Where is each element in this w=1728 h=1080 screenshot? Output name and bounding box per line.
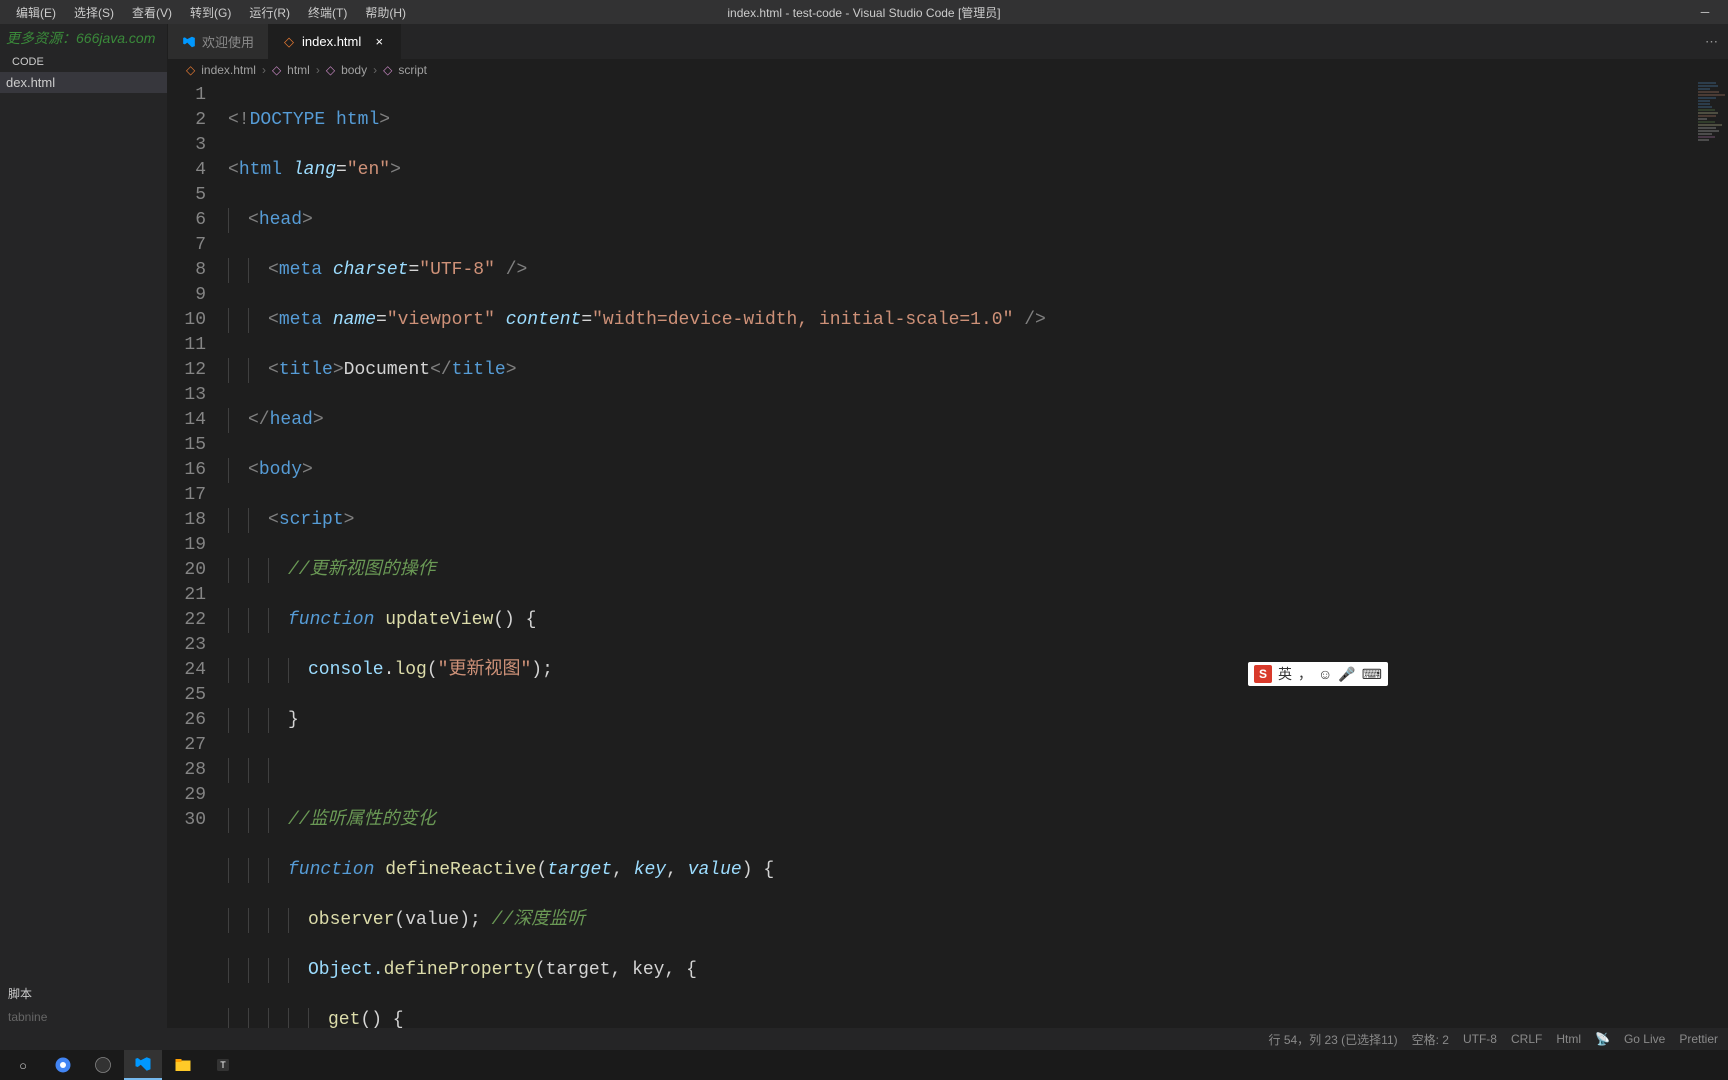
- breadcrumb[interactable]: ◇ index.html › ◇ html › ◇ body › ◇ scrip…: [168, 59, 1728, 81]
- breadcrumb-body[interactable]: body: [341, 63, 367, 77]
- chevron-right-icon: ›: [316, 63, 320, 77]
- status-encoding[interactable]: UTF-8: [1463, 1032, 1497, 1046]
- ime-panel[interactable]: S 英 ， ☺ 🎤 ⌨: [1248, 662, 1388, 686]
- taskbar-vscode[interactable]: [124, 1050, 162, 1080]
- code-editor[interactable]: 12345678910 11121314151617181920 2122232…: [168, 81, 1728, 1028]
- window-controls: ─: [1682, 0, 1728, 24]
- keyboard-icon[interactable]: ⌨: [1362, 666, 1382, 683]
- status-lang[interactable]: Html: [1556, 1032, 1581, 1046]
- sogou-ime-icon: S: [1254, 665, 1272, 683]
- tab-bar: 欢迎使用 ◇ index.html × ⋯: [168, 24, 1728, 59]
- menu-edit[interactable]: 编辑(E): [8, 2, 64, 23]
- breadcrumb-html[interactable]: html: [287, 63, 310, 77]
- html-file-icon: ◇: [282, 35, 296, 49]
- sidebar: 更多资源：666java.com CODE dex.html 脚本 tabnin…: [0, 24, 168, 1028]
- status-eol[interactable]: CRLF: [1511, 1032, 1542, 1046]
- tab-welcome-label: 欢迎使用: [202, 32, 254, 51]
- tag-icon: ◇: [326, 63, 335, 77]
- minimize-button[interactable]: ─: [1682, 0, 1728, 24]
- taskbar-typora[interactable]: T: [204, 1050, 242, 1080]
- close-icon[interactable]: ×: [371, 34, 387, 49]
- ime-punct[interactable]: ，: [1298, 664, 1312, 684]
- status-golive[interactable]: Go Live: [1624, 1032, 1665, 1046]
- tab-welcome[interactable]: 欢迎使用: [168, 24, 268, 59]
- broadcast-icon[interactable]: 📡: [1595, 1032, 1610, 1046]
- tag-icon: ◇: [272, 63, 281, 77]
- status-lncol[interactable]: 行 54，列 23 (已选择11): [1268, 1031, 1397, 1048]
- menu-terminal[interactable]: 终端(T): [300, 2, 355, 23]
- menu-view[interactable]: 查看(V): [124, 2, 180, 23]
- ime-lang[interactable]: 英: [1278, 664, 1292, 684]
- status-bar: 行 54，列 23 (已选择11) 空格: 2 UTF-8 CRLF Html …: [0, 1028, 1728, 1050]
- smile-icon[interactable]: ☺: [1318, 666, 1332, 682]
- mic-icon[interactable]: 🎤: [1338, 666, 1355, 683]
- watermark-text: 更多资源：666java.com: [0, 24, 167, 52]
- status-spaces[interactable]: 空格: 2: [1412, 1031, 1449, 1048]
- tab-indexhtml[interactable]: ◇ index.html ×: [268, 24, 401, 59]
- menu-bar: 编辑(E) 选择(S) 查看(V) 转到(G) 运行(R) 终端(T) 帮助(H…: [0, 2, 414, 23]
- minimap[interactable]: [1698, 81, 1728, 281]
- tab-indexhtml-label: index.html: [302, 34, 361, 49]
- sidebar-tabnine[interactable]: tabnine: [0, 1006, 168, 1028]
- sidebar-scripts[interactable]: 脚本: [0, 981, 168, 1006]
- menu-selection[interactable]: 选择(S): [66, 2, 122, 23]
- sidebar-section-code[interactable]: CODE: [0, 52, 167, 72]
- chevron-right-icon: ›: [373, 63, 377, 77]
- taskbar: ○ T: [0, 1050, 1728, 1080]
- code-content[interactable]: <!DOCTYPE html> <html lang="en"> <head> …: [228, 81, 1728, 1028]
- html-file-icon: ◇: [186, 63, 195, 77]
- svg-text:T: T: [220, 1060, 226, 1070]
- menu-go[interactable]: 转到(G): [182, 2, 239, 23]
- breadcrumb-file[interactable]: index.html: [201, 63, 256, 77]
- taskbar-chrome[interactable]: [44, 1050, 82, 1080]
- sidebar-file-indexhtml[interactable]: dex.html: [0, 72, 167, 93]
- taskbar-obs[interactable]: [84, 1050, 122, 1080]
- editor-area: 欢迎使用 ◇ index.html × ⋯ ◇ index.html › ◇ h…: [168, 24, 1728, 1028]
- menu-help[interactable]: 帮助(H): [357, 2, 414, 23]
- breadcrumb-script[interactable]: script: [398, 63, 427, 77]
- menu-run[interactable]: 运行(R): [241, 2, 298, 23]
- status-prettier[interactable]: Prettier: [1679, 1032, 1718, 1046]
- tag-icon: ◇: [383, 63, 392, 77]
- tab-overflow-icon[interactable]: ⋯: [1705, 34, 1718, 50]
- start-button[interactable]: ○: [4, 1050, 42, 1080]
- title-bar: 编辑(E) 选择(S) 查看(V) 转到(G) 运行(R) 终端(T) 帮助(H…: [0, 0, 1728, 24]
- vscode-icon: [182, 35, 196, 49]
- line-gutter: 12345678910 11121314151617181920 2122232…: [168, 81, 228, 1028]
- chevron-right-icon: ›: [262, 63, 266, 77]
- window-title: index.html - test-code - Visual Studio C…: [727, 4, 1000, 21]
- taskbar-explorer[interactable]: [164, 1050, 202, 1080]
